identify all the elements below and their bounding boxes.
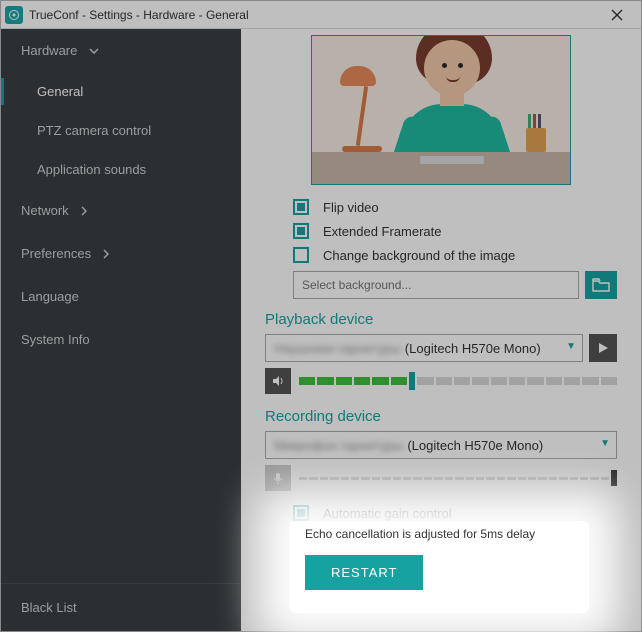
flip-video-checkbox[interactable]: [293, 199, 309, 215]
sidebar-blacklist[interactable]: Black List: [1, 583, 241, 631]
recording-section-title: Recording device: [265, 408, 617, 425]
extended-framerate-label: Extended Framerate: [323, 224, 442, 239]
sidebar-item-app-sounds[interactable]: Application sounds: [1, 150, 241, 189]
sidebar-label: Language: [21, 289, 79, 304]
play-icon: [597, 342, 609, 354]
playback-device-value: (Logitech H570e Mono): [405, 341, 541, 356]
auto-gain-label: Automatic gain control: [323, 506, 452, 521]
sidebar-label: Preferences: [21, 246, 91, 261]
camera-preview: [311, 35, 571, 185]
extended-framerate-checkbox[interactable]: [293, 223, 309, 239]
sidebar-section-preferences[interactable]: Preferences: [1, 232, 241, 275]
restart-button[interactable]: RESTART: [305, 555, 423, 590]
chevron-right-icon: [81, 206, 87, 216]
change-background-checkbox[interactable]: [293, 247, 309, 263]
speaker-icon: [271, 374, 285, 388]
recording-mute-button[interactable]: [265, 465, 291, 491]
sidebar-label: Network: [21, 203, 69, 218]
sidebar-item-ptz[interactable]: PTZ camera control: [1, 111, 241, 150]
microphone-icon: [271, 471, 285, 485]
recording-device-select[interactable]: Микрофон гарнитуры (Logitech H570e Mono)…: [265, 431, 617, 459]
echo-delay-message: Echo cancellation is adjusted for 5ms de…: [305, 527, 573, 541]
echo-highlight-area: Echo cancellation is adjusted for 5ms de…: [289, 521, 589, 613]
sidebar-section-hardware[interactable]: Hardware: [1, 29, 241, 72]
sidebar-label: System Info: [21, 332, 90, 347]
sidebar-label: Black List: [21, 600, 77, 615]
sidebar-label: Hardware: [21, 43, 77, 58]
test-playback-button[interactable]: [589, 334, 617, 362]
sidebar-section-systeminfo[interactable]: System Info: [1, 318, 241, 361]
background-path-input[interactable]: [293, 271, 579, 299]
device-name-hidden: Наушники гарнитуры: [274, 341, 401, 356]
chevron-down-icon: [89, 48, 99, 54]
app-icon: [5, 6, 23, 24]
device-name-hidden: Микрофон гарнитуры: [274, 438, 403, 453]
chevron-right-icon: [103, 249, 109, 259]
folder-icon: [592, 278, 610, 292]
sidebar-item-label: General: [37, 84, 83, 99]
playback-device-select[interactable]: Наушники гарнитуры (Logitech H570e Mono)…: [265, 334, 583, 362]
sidebar-item-label: PTZ camera control: [37, 123, 151, 138]
sidebar-section-network[interactable]: Network: [1, 189, 241, 232]
recording-device-value: (Logitech H570e Mono): [407, 438, 543, 453]
titlebar: TrueConf - Settings - Hardware - General: [1, 1, 641, 29]
recording-level-meter[interactable]: [299, 472, 617, 484]
playback-section-title: Playback device: [265, 311, 617, 328]
flip-video-label: Flip video: [323, 200, 379, 215]
dropdown-caret-icon: ▼: [600, 438, 610, 449]
change-background-label: Change background of the image: [323, 248, 515, 263]
sidebar-item-label: Application sounds: [37, 162, 146, 177]
sidebar-item-general[interactable]: General: [1, 72, 241, 111]
browse-folder-button[interactable]: [585, 271, 617, 299]
playback-mute-button[interactable]: [265, 368, 291, 394]
close-button[interactable]: [597, 1, 637, 29]
sidebar-section-language[interactable]: Language: [1, 275, 241, 318]
auto-gain-checkbox[interactable]: [293, 505, 309, 521]
playback-volume-slider[interactable]: [299, 375, 617, 387]
sidebar: Hardware General PTZ camera control Appl…: [1, 29, 241, 631]
dropdown-caret-icon: ▼: [566, 341, 576, 352]
settings-window: TrueConf - Settings - Hardware - General…: [0, 0, 642, 632]
window-title: TrueConf - Settings - Hardware - General: [29, 8, 597, 22]
